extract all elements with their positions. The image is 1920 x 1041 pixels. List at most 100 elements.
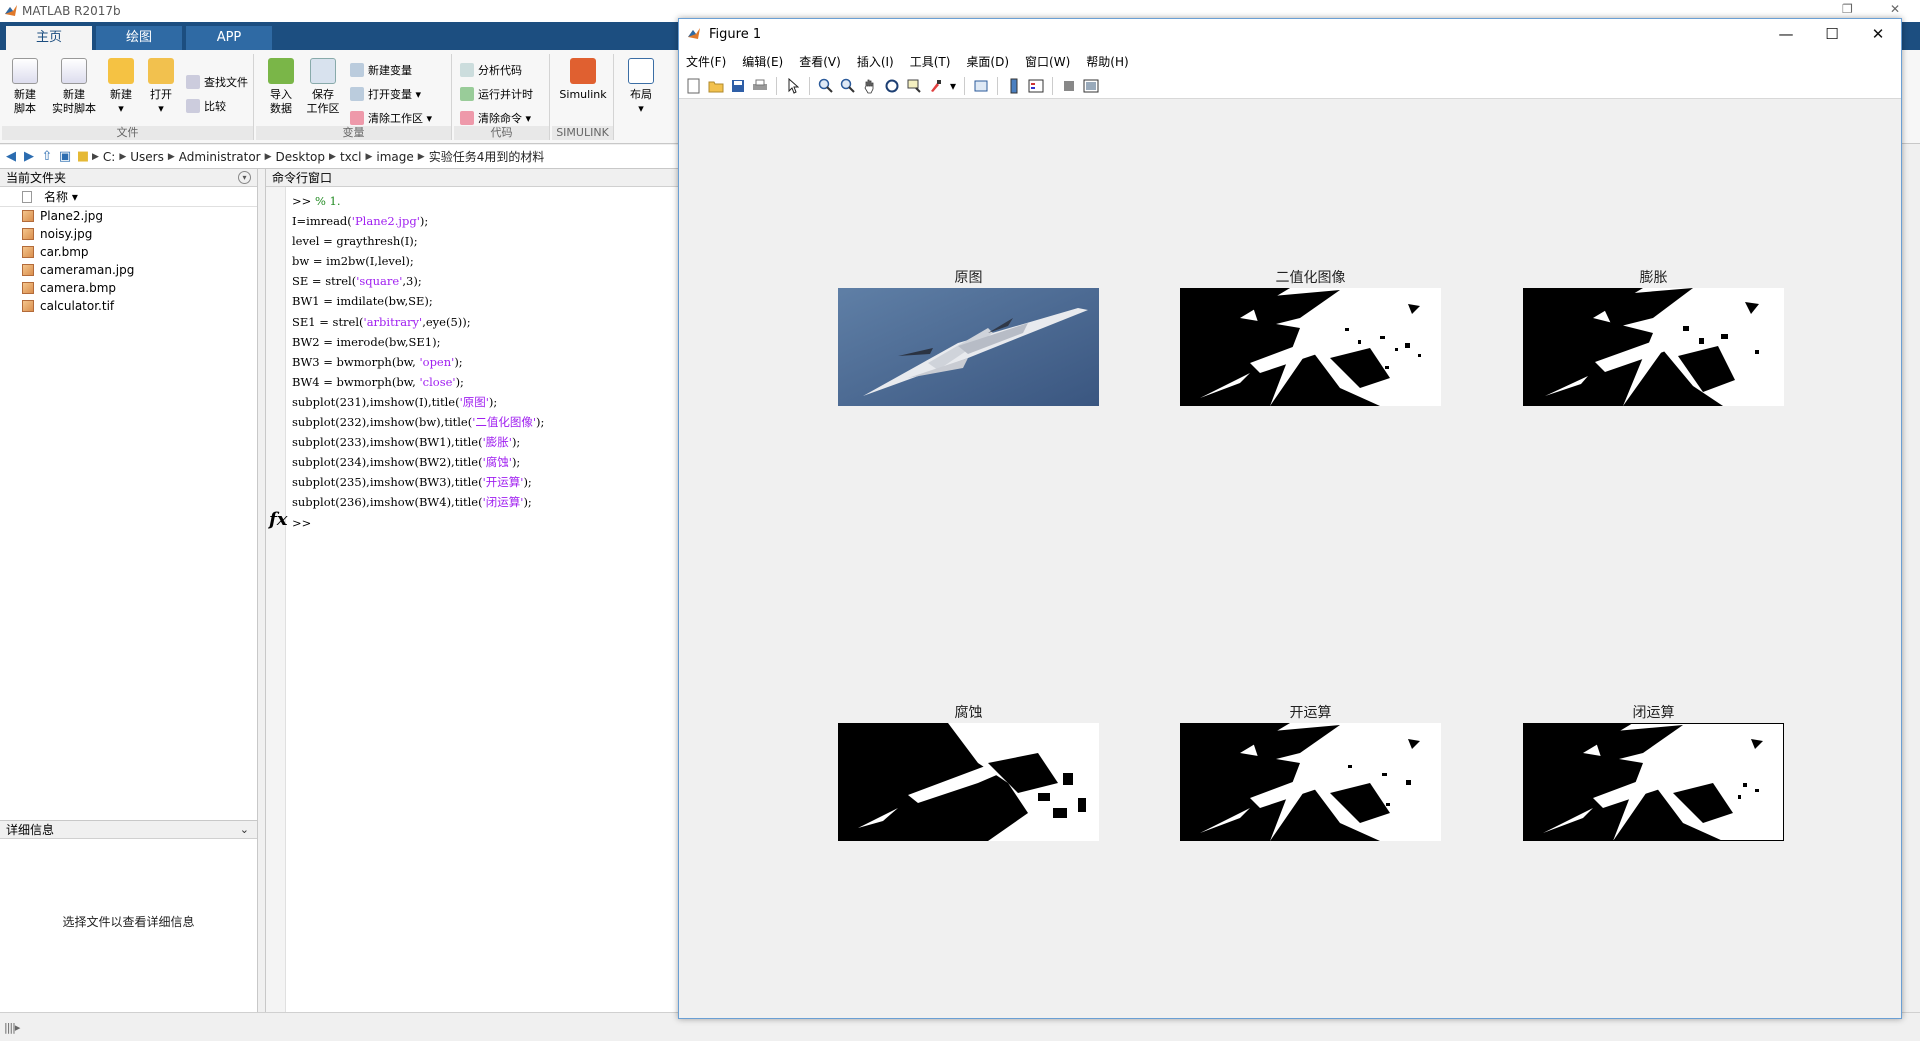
menu-edit[interactable]: 编辑(E) [742, 53, 783, 70]
rotate-3d-icon[interactable] [883, 77, 901, 95]
command-window[interactable]: 命令行窗口 >> % 1. I=imread('Plane2.jpg'); le… [265, 169, 685, 1012]
command-prompt[interactable]: >> [292, 516, 311, 530]
breadcrumb-desktop[interactable]: Desktop [276, 150, 326, 164]
layout-button[interactable]: 布局 ▾ [620, 58, 662, 116]
menu-desktop[interactable]: 桌面(D) [966, 53, 1009, 70]
breadcrumb-separator-icon: ▶ [365, 151, 373, 162]
matlab-title: MATLAB R2017b [22, 4, 121, 18]
file-item[interactable]: noisy.jpg [0, 225, 257, 243]
up-folder-icon[interactable]: ⇧ [38, 149, 56, 165]
colorbar-icon[interactable] [1005, 77, 1023, 95]
legend-icon[interactable] [1027, 77, 1045, 95]
new-variable-button[interactable]: 新建变量 [350, 60, 412, 80]
subplot-binary[interactable]: 二值化图像 [1180, 270, 1441, 406]
function-browser-icon[interactable]: fx [269, 509, 287, 530]
breadcrumb-users[interactable]: Users [130, 150, 164, 164]
browse-folder-icon[interactable]: ▣ [56, 149, 74, 165]
menu-view[interactable]: 查看(V) [799, 53, 841, 70]
subplot-open[interactable]: 开运算 [1180, 705, 1441, 841]
menu-window[interactable]: 窗口(W) [1025, 53, 1070, 70]
compare-button[interactable]: 比较 [186, 96, 226, 116]
new-script-button[interactable]: 新建 脚本 [4, 58, 46, 116]
clear-workspace-button[interactable]: 清除工作区 ▾ [350, 108, 432, 128]
file-item[interactable]: Plane2.jpg [0, 207, 257, 225]
data-cursor-icon[interactable] [905, 77, 923, 95]
image-file-icon [22, 246, 34, 258]
subplot-close[interactable]: 闭运算 [1523, 705, 1784, 841]
find-files-button[interactable]: 查找文件 [186, 72, 248, 92]
subplot-original[interactable]: 原图 [838, 270, 1099, 406]
zoom-out-icon[interactable] [839, 77, 857, 95]
show-plot-tools-icon[interactable] [1082, 77, 1100, 95]
layout-icon [628, 58, 654, 84]
link-plot-icon[interactable] [972, 77, 990, 95]
close-icon[interactable]: ✕ [1855, 19, 1901, 49]
breadcrumb-task-folder[interactable]: 实验任务4用到的材料 [429, 148, 545, 165]
breadcrumb-c[interactable]: C: [103, 150, 115, 164]
variable-group-label: 变量 [256, 126, 451, 140]
file-item[interactable]: car.bmp [0, 243, 257, 261]
tab-apps[interactable]: APP [186, 26, 272, 50]
subplot-dilate[interactable]: 膨胀 [1523, 270, 1784, 406]
breadcrumb-txcl[interactable]: txcl [340, 150, 362, 164]
command-line: I=imread('Plane2.jpg'); [292, 214, 429, 229]
command-line: subplot(234),imshow(BW2),title('腐蚀'); [292, 455, 521, 470]
file-item[interactable]: calculator.tif [0, 297, 257, 315]
address-bar[interactable]: ◀ ▶ ⇧ ▣ ■ ▶ C: ▶ Users ▶ Administrator ▶… [0, 145, 680, 169]
forward-icon[interactable]: ▶ [20, 149, 38, 165]
figure-toolbar: ▾ [679, 73, 1901, 99]
ribbon-group-file: 新建 脚本 新建 实时脚本 新建 ▾ 打开 ▾ 查找文件 比较 文件 [2, 54, 254, 140]
run-and-time-button[interactable]: 运行并计时 [460, 84, 533, 104]
opened-image [1180, 723, 1441, 841]
tab-home[interactable]: 主页 [6, 26, 92, 50]
print-icon[interactable] [751, 77, 769, 95]
breadcrumb-separator-icon: ▶ [119, 151, 127, 162]
details-header[interactable]: 详细信息 ⌄ [0, 821, 257, 839]
brush-icon[interactable] [927, 77, 945, 95]
simulink-button[interactable]: Simulink [558, 58, 608, 102]
file-item[interactable]: cameraman.jpg [0, 261, 257, 279]
name-column-header[interactable]: 名称 ▾ [0, 187, 257, 207]
maximize-icon[interactable]: ☐ [1809, 19, 1855, 49]
figure-canvas[interactable]: 原图 二值化图像 膨胀 腐蚀 开运算 闭运算 [679, 100, 1901, 1018]
menu-file[interactable]: 文件(F) [686, 53, 726, 70]
tab-plots[interactable]: 绘图 [96, 26, 182, 50]
image-file-icon [22, 282, 34, 294]
minimize-icon[interactable]: — [1763, 19, 1809, 49]
file-item[interactable]: camera.bmp [0, 279, 257, 297]
back-icon[interactable]: ◀ [2, 149, 20, 165]
save-icon[interactable] [729, 77, 747, 95]
open-variable-button[interactable]: 打开变量 ▾ [350, 84, 421, 104]
command-line: bw = im2bw(I,level); [292, 254, 414, 269]
panel-actions-icon[interactable]: ▾ [238, 171, 251, 184]
new-figure-icon[interactable] [685, 77, 703, 95]
hide-plot-tools-icon[interactable] [1060, 77, 1078, 95]
new-button[interactable]: 新建 ▾ [100, 58, 142, 116]
breadcrumb-administrator[interactable]: Administrator [179, 150, 261, 164]
menu-insert[interactable]: 插入(I) [857, 53, 894, 70]
pan-icon[interactable] [861, 77, 879, 95]
subplot-erode[interactable]: 腐蚀 [838, 705, 1099, 841]
subplot-title: 二值化图像 [1275, 270, 1346, 286]
open-button[interactable]: 打开 ▾ [140, 58, 182, 116]
command-history[interactable]: >> % 1. I=imread('Plane2.jpg'); level = … [292, 191, 544, 533]
zoom-in-icon[interactable] [817, 77, 835, 95]
clear-commands-button[interactable]: 清除命令 ▾ [460, 108, 531, 128]
breadcrumb-image[interactable]: image [376, 150, 413, 164]
menu-tools[interactable]: 工具(T) [910, 53, 951, 70]
toolbar-separator [964, 76, 965, 95]
save-workspace-button[interactable]: 保存 工作区 [302, 58, 344, 116]
analyze-code-button[interactable]: 分析代码 [460, 60, 522, 80]
command-line: BW2 = imerode(bw,SE1); [292, 334, 441, 349]
chevron-down-icon[interactable]: ⌄ [240, 821, 249, 839]
new-variable-icon [350, 63, 364, 77]
restore-icon[interactable]: ❐ [1842, 2, 1853, 16]
chevron-down-icon: ▾ [525, 111, 532, 125]
menu-help[interactable]: 帮助(H) [1086, 53, 1128, 70]
import-data-button[interactable]: 导入 数据 [260, 58, 302, 116]
open-file-icon[interactable] [707, 77, 725, 95]
new-live-script-button[interactable]: 新建 实时脚本 [48, 58, 100, 116]
chevron-down-icon[interactable]: ▾ [949, 77, 957, 95]
pointer-icon[interactable] [784, 77, 802, 95]
close-icon[interactable]: ✕ [1890, 2, 1900, 16]
